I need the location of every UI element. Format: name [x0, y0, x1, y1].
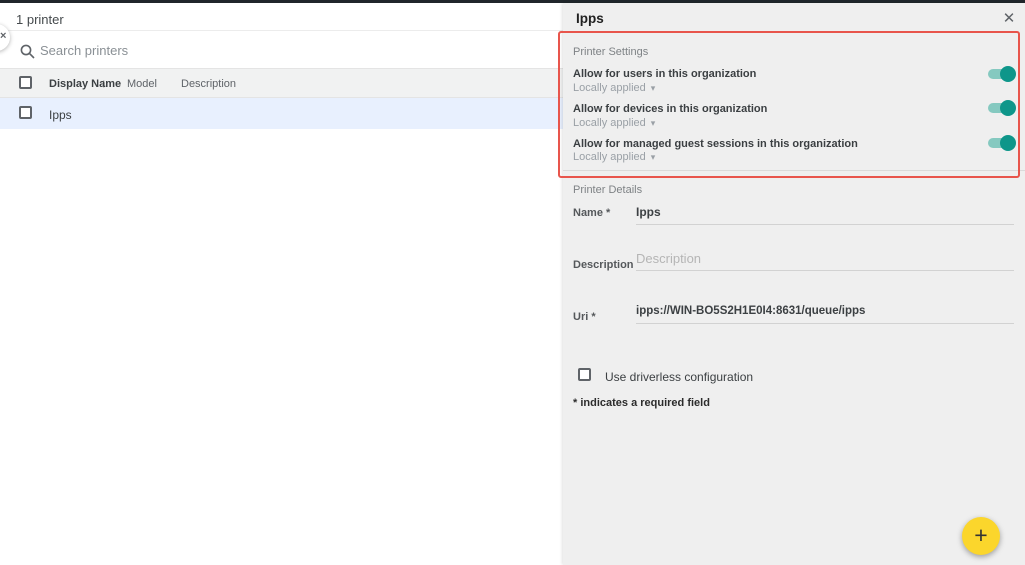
printer-settings-section-title: Printer Settings	[573, 46, 648, 59]
toggle-label-devices: Allow for devices in this organization	[573, 103, 767, 116]
uri-field-label: Uri *	[573, 311, 596, 324]
search-icon	[20, 44, 35, 59]
toggle-allow-devices[interactable]	[988, 101, 1014, 115]
toggle-allow-guest-sessions[interactable]	[988, 136, 1014, 150]
select-all-checkbox[interactable]	[19, 76, 32, 89]
name-field-label: Name *	[573, 207, 610, 220]
sort-arrow-icon[interactable]: ↓	[101, 76, 107, 90]
column-header-model[interactable]: Model	[127, 78, 157, 91]
row-checkbox[interactable]	[19, 106, 32, 119]
dropdown-arrow-icon: ▾	[651, 83, 656, 93]
toggle-label-users: Allow for users in this organization	[573, 68, 756, 81]
description-field-label: Description	[573, 259, 634, 272]
search-bar	[0, 31, 563, 68]
close-icon[interactable]: ✕	[999, 9, 1019, 29]
toggle-knob	[1000, 135, 1016, 151]
app-window: 1 printer Display Name ↓ Model Descripti…	[0, 0, 1025, 565]
dropdown-arrow-icon: ▾	[651, 118, 656, 128]
toggle-allow-users[interactable]	[988, 67, 1014, 81]
policy-dropdown-users[interactable]: Locally applied▾	[573, 82, 655, 95]
table-header-row: Display Name ↓ Model Description	[0, 68, 563, 98]
chip-close-icon: ×	[0, 30, 6, 43]
add-printer-button[interactable]: +	[962, 517, 1000, 555]
policy-dropdown-guest-sessions[interactable]: Locally applied▾	[573, 151, 655, 164]
printer-name-cell[interactable]: Ipps	[49, 108, 72, 122]
toggle-knob	[1000, 100, 1016, 116]
printer-detail-panel: Ipps ✕ Printer Settings Allow for users …	[563, 3, 1025, 565]
required-field-note: * indicates a required field	[573, 397, 710, 410]
uri-field[interactable]	[636, 303, 1014, 324]
column-header-display-name[interactable]: Display Name	[49, 78, 121, 91]
driverless-config-label: Use driverless configuration	[605, 370, 753, 384]
dropdown-arrow-icon: ▾	[651, 152, 656, 162]
printer-list-panel: 1 printer Display Name ↓ Model Descripti…	[0, 3, 563, 565]
toggle-label-guest-sessions: Allow for managed guest sessions in this…	[573, 138, 858, 151]
search-input[interactable]	[38, 38, 538, 62]
policy-dropdown-devices[interactable]: Locally applied▾	[573, 117, 655, 130]
driverless-config-checkbox[interactable]	[578, 368, 591, 381]
description-field[interactable]	[636, 250, 1014, 271]
column-header-description[interactable]: Description	[181, 78, 236, 91]
panel-title: Ipps	[576, 11, 604, 27]
toggle-knob	[1000, 66, 1016, 82]
table-row-printer[interactable]: Ipps	[0, 98, 563, 129]
name-field[interactable]	[636, 203, 1014, 225]
divider	[563, 170, 1025, 171]
printer-count-label: 1 printer	[16, 12, 64, 28]
printer-details-section-title: Printer Details	[573, 184, 642, 197]
add-icon: +	[974, 522, 987, 548]
